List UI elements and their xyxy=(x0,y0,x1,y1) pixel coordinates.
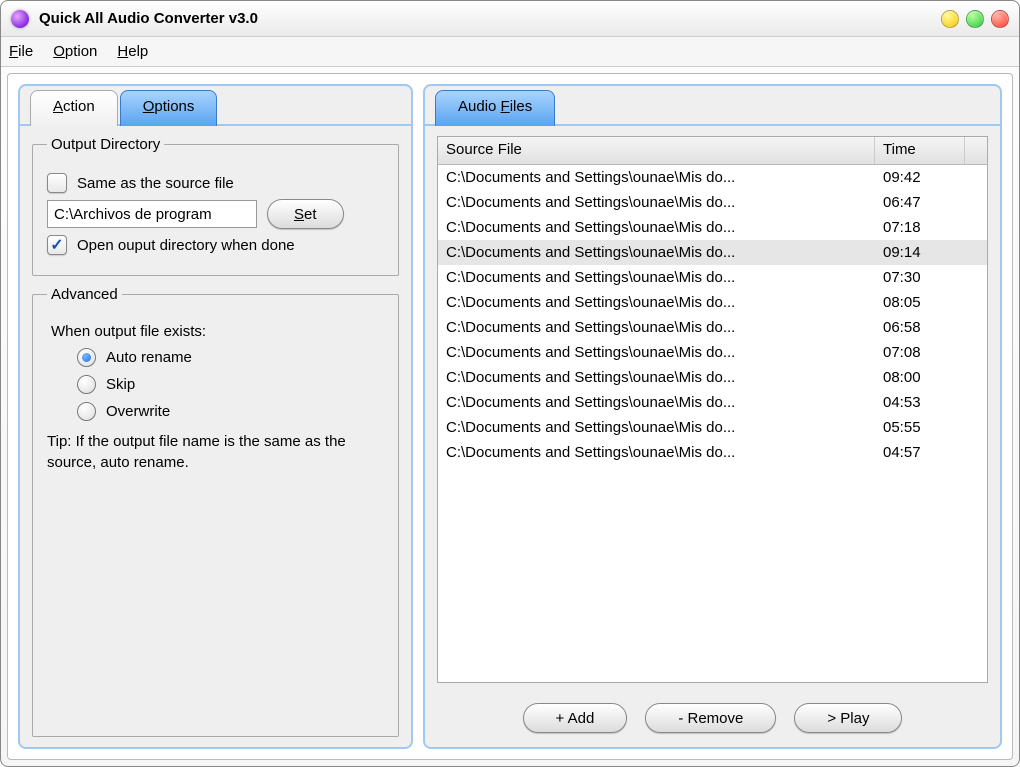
cell-source-file: C:\Documents and Settings\ounae\Mis do..… xyxy=(438,269,875,286)
app-window: Quick All Audio Converter v3.0 File Opti… xyxy=(0,0,1020,767)
table-row[interactable]: C:\Documents and Settings\ounae\Mis do..… xyxy=(438,165,987,190)
button-bar: + Add - Remove > Play xyxy=(437,693,988,737)
table-row[interactable]: C:\Documents and Settings\ounae\Mis do..… xyxy=(438,390,987,415)
overwrite-radio[interactable] xyxy=(77,402,96,421)
menu-help[interactable]: Help xyxy=(117,43,148,60)
table-row[interactable]: C:\Documents and Settings\ounae\Mis do..… xyxy=(438,340,987,365)
cell-time: 07:18 xyxy=(875,219,987,236)
cell-time: 08:00 xyxy=(875,369,987,386)
table-row[interactable]: C:\Documents and Settings\ounae\Mis do..… xyxy=(438,215,987,240)
cell-time: 06:47 xyxy=(875,194,987,211)
cell-source-file: C:\Documents and Settings\ounae\Mis do..… xyxy=(438,194,875,211)
cell-time: 09:42 xyxy=(875,169,987,186)
table-row[interactable]: C:\Documents and Settings\ounae\Mis do..… xyxy=(438,265,987,290)
cell-source-file: C:\Documents and Settings\ounae\Mis do..… xyxy=(438,294,875,311)
cell-source-file: C:\Documents and Settings\ounae\Mis do..… xyxy=(438,319,875,336)
when-exists-label: When output file exists: xyxy=(51,323,384,340)
left-panel-body: Output Directory Same as the source file… xyxy=(20,126,411,747)
col-source-file[interactable]: Source File xyxy=(438,137,875,164)
content-area: Action Options Output Directory Same as … xyxy=(7,73,1013,760)
open-when-done-checkbox[interactable] xyxy=(47,235,67,255)
same-as-source-label: Same as the source file xyxy=(77,175,234,192)
cell-time: 04:53 xyxy=(875,394,987,411)
auto-rename-radio[interactable] xyxy=(77,348,96,367)
skip-radio[interactable] xyxy=(77,375,96,394)
titlebar: Quick All Audio Converter v3.0 xyxy=(1,1,1019,37)
scrollbar-header xyxy=(965,137,987,164)
list-header: Source File Time xyxy=(438,137,987,165)
menu-option[interactable]: Option xyxy=(53,43,97,60)
col-time[interactable]: Time xyxy=(875,137,965,164)
window-title: Quick All Audio Converter v3.0 xyxy=(39,10,941,27)
advanced-group: Advanced When output file exists: Auto r… xyxy=(32,286,399,737)
table-row[interactable]: C:\Documents and Settings\ounae\Mis do..… xyxy=(438,365,987,390)
cell-source-file: C:\Documents and Settings\ounae\Mis do..… xyxy=(438,219,875,236)
file-list: Source File Time C:\Documents and Settin… xyxy=(437,136,988,683)
table-row[interactable]: C:\Documents and Settings\ounae\Mis do..… xyxy=(438,440,987,465)
menubar: File Option Help xyxy=(1,37,1019,67)
right-tabbar: Audio Files xyxy=(425,86,1000,124)
menu-file[interactable]: File xyxy=(9,43,33,60)
tab-audio-files[interactable]: Audio Files xyxy=(435,90,555,126)
cell-time: 08:05 xyxy=(875,294,987,311)
table-row[interactable]: C:\Documents and Settings\ounae\Mis do..… xyxy=(438,315,987,340)
cell-source-file: C:\Documents and Settings\ounae\Mis do..… xyxy=(438,169,875,186)
tab-options[interactable]: Options xyxy=(120,90,218,126)
tip-text: Tip: If the output file name is the same… xyxy=(47,431,384,473)
cell-source-file: C:\Documents and Settings\ounae\Mis do..… xyxy=(438,344,875,361)
close-button[interactable] xyxy=(991,10,1009,28)
output-path-input[interactable] xyxy=(47,200,257,228)
table-row[interactable]: C:\Documents and Settings\ounae\Mis do..… xyxy=(438,240,987,265)
cell-time: 06:58 xyxy=(875,319,987,336)
play-button[interactable]: > Play xyxy=(794,703,902,733)
list-rows[interactable]: C:\Documents and Settings\ounae\Mis do..… xyxy=(438,165,987,682)
skip-label: Skip xyxy=(106,376,135,393)
auto-rename-label: Auto rename xyxy=(106,349,192,366)
advanced-legend: Advanced xyxy=(47,286,122,303)
output-directory-group: Output Directory Same as the source file… xyxy=(32,136,399,276)
add-button[interactable]: + Add xyxy=(523,703,628,733)
table-row[interactable]: C:\Documents and Settings\ounae\Mis do..… xyxy=(438,415,987,440)
cell-time: 05:55 xyxy=(875,419,987,436)
app-icon xyxy=(11,10,29,28)
cell-source-file: C:\Documents and Settings\ounae\Mis do..… xyxy=(438,419,875,436)
output-directory-legend: Output Directory xyxy=(47,136,164,153)
right-panel: Audio Files Source File Time C:\Document… xyxy=(423,84,1002,749)
left-tabbar: Action Options xyxy=(20,86,411,124)
table-row[interactable]: C:\Documents and Settings\ounae\Mis do..… xyxy=(438,190,987,215)
window-controls xyxy=(941,10,1009,28)
cell-time: 07:08 xyxy=(875,344,987,361)
set-button[interactable]: Set xyxy=(267,199,344,229)
left-panel: Action Options Output Directory Same as … xyxy=(18,84,413,749)
tab-action[interactable]: Action xyxy=(30,90,118,126)
cell-time: 07:30 xyxy=(875,269,987,286)
overwrite-label: Overwrite xyxy=(106,403,170,420)
cell-time: 09:14 xyxy=(875,244,987,261)
table-row[interactable]: C:\Documents and Settings\ounae\Mis do..… xyxy=(438,290,987,315)
cell-source-file: C:\Documents and Settings\ounae\Mis do..… xyxy=(438,394,875,411)
minimize-button[interactable] xyxy=(941,10,959,28)
open-when-done-label: Open ouput directory when done xyxy=(77,237,295,254)
same-as-source-checkbox[interactable] xyxy=(47,173,67,193)
maximize-button[interactable] xyxy=(966,10,984,28)
cell-source-file: C:\Documents and Settings\ounae\Mis do..… xyxy=(438,244,875,261)
cell-source-file: C:\Documents and Settings\ounae\Mis do..… xyxy=(438,369,875,386)
remove-button[interactable]: - Remove xyxy=(645,703,776,733)
right-panel-body: Source File Time C:\Documents and Settin… xyxy=(425,126,1000,747)
cell-source-file: C:\Documents and Settings\ounae\Mis do..… xyxy=(438,444,875,461)
cell-time: 04:57 xyxy=(875,444,987,461)
